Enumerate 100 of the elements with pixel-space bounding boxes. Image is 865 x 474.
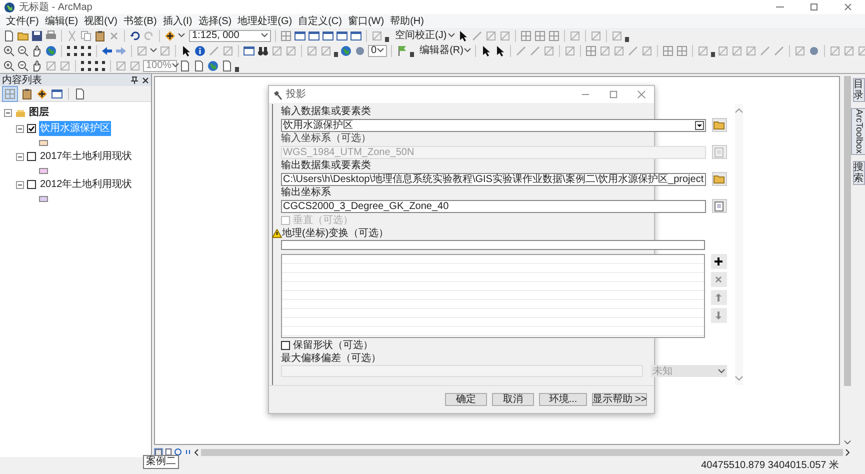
- grid-icon[interactable]: [534, 30, 546, 42]
- line-icon[interactable]: [529, 44, 542, 56]
- tool-icon[interactable]: [543, 44, 556, 56]
- tool-icon[interactable]: [731, 44, 744, 56]
- menu-item[interactable]: 书签(B): [123, 14, 157, 28]
- dialog-button[interactable]: 确定: [445, 393, 487, 406]
- close-icon[interactable]: [142, 76, 149, 84]
- tool-icon[interactable]: [794, 44, 806, 56]
- window-icon[interactable]: [336, 30, 348, 42]
- tool-icon[interactable]: [613, 44, 626, 56]
- squares-icon[interactable]: [66, 44, 78, 56]
- line-icon[interactable]: [773, 44, 786, 56]
- printer-icon[interactable]: [45, 30, 57, 42]
- browse-button[interactable]: [712, 118, 727, 132]
- page-icon[interactable]: [193, 60, 205, 72]
- menu-item[interactable]: 窗口(W): [348, 14, 384, 28]
- clipboard-icon[interactable]: [94, 30, 106, 42]
- menu-item[interactable]: 插入(I): [162, 14, 192, 28]
- hand-icon[interactable]: [31, 44, 43, 56]
- collapse-icon[interactable]: [16, 152, 24, 160]
- grid-icon[interactable]: [585, 44, 598, 56]
- window-icon[interactable]: [308, 30, 320, 42]
- plus-icon[interactable]: [36, 88, 48, 100]
- zoom-dropdown[interactable]: 100%: [143, 60, 177, 72]
- grid-icon[interactable]: [520, 30, 532, 42]
- side-tab[interactable]: 目录: [852, 78, 864, 102]
- page-icon[interactable]: [165, 448, 172, 456]
- window-icon[interactable]: [51, 88, 63, 100]
- tool-icon[interactable]: [568, 30, 581, 42]
- menu-item[interactable]: 地理处理(G): [238, 14, 292, 28]
- maximize-icon[interactable]: [609, 90, 618, 99]
- menu-item[interactable]: 文件(F): [6, 14, 39, 28]
- menu-item[interactable]: 帮助(H): [390, 14, 424, 28]
- menu-item[interactable]: 视图(V): [84, 14, 118, 28]
- chevron-down-icon[interactable]: [844, 440, 850, 445]
- pin-icon[interactable]: [131, 76, 138, 84]
- scrollbar[interactable]: [734, 104, 743, 385]
- line-icon[interactable]: [515, 44, 528, 56]
- maximize-icon[interactable]: [809, 2, 819, 12]
- tree-item[interactable]: 2012年土地利用现状: [39, 177, 134, 192]
- squares-icon[interactable]: [80, 44, 92, 56]
- grid-icon[interactable]: [548, 30, 560, 42]
- globe-icon[interactable]: [207, 60, 219, 72]
- squares-icon[interactable]: [94, 60, 106, 72]
- binoculars-icon[interactable]: [257, 44, 269, 56]
- grid-icon[interactable]: [662, 44, 674, 56]
- checkbox[interactable]: [27, 180, 36, 189]
- page-icon[interactable]: [221, 60, 233, 72]
- tool-icon[interactable]: [717, 44, 730, 56]
- side-tab[interactable]: 搜索: [852, 160, 864, 185]
- tool-icon[interactable]: [641, 44, 654, 56]
- pause-icon[interactable]: [184, 448, 192, 456]
- chevron-down-icon[interactable]: [734, 376, 743, 381]
- undo-icon[interactable]: [129, 30, 141, 42]
- scale-dropdown[interactable]: 1:125, 000: [189, 30, 271, 42]
- spatial-adjustment-menu[interactable]: 空间校正(J): [395, 28, 455, 43]
- move-down-button[interactable]: [710, 308, 727, 323]
- squares-icon[interactable]: [80, 60, 92, 72]
- checkbox[interactable]: [281, 341, 290, 350]
- side-tab[interactable]: ArcToolbox: [850, 108, 865, 155]
- checkbox[interactable]: [27, 124, 36, 133]
- grid-icon[interactable]: [676, 44, 688, 56]
- tool-icon[interactable]: [745, 44, 758, 56]
- zoom-out-icon[interactable]: [17, 60, 29, 72]
- circle-icon[interactable]: [808, 44, 820, 56]
- refresh-icon[interactable]: [174, 448, 182, 456]
- tool-icon[interactable]: [129, 60, 141, 72]
- dialog-button[interactable]: 环境...: [539, 393, 587, 406]
- tool-icon[interactable]: [697, 44, 710, 56]
- tool-icon[interactable]: [564, 44, 576, 56]
- add-button[interactable]: [710, 254, 727, 269]
- chevron-up-icon[interactable]: [734, 108, 743, 113]
- horizontal-scrollbar[interactable]: [201, 448, 843, 456]
- tree-item[interactable]: 2017年土地利用现状: [39, 149, 134, 164]
- tool-icon[interactable]: [829, 44, 842, 56]
- line-icon[interactable]: [627, 44, 640, 56]
- tool-icon[interactable]: [371, 30, 383, 42]
- line-icon[interactable]: [759, 44, 772, 56]
- save-icon[interactable]: [31, 30, 43, 42]
- globe-icon[interactable]: [45, 44, 57, 56]
- zoom-in-icon[interactable]: [3, 60, 15, 72]
- grid-icon[interactable]: [280, 30, 292, 42]
- browse-button[interactable]: [712, 199, 727, 213]
- globe-icon[interactable]: [340, 44, 352, 56]
- collapse-icon[interactable]: [16, 180, 24, 188]
- tool-icon[interactable]: [599, 44, 612, 56]
- checkbox[interactable]: [27, 152, 36, 161]
- dialog-button[interactable]: 显示帮助 >>: [592, 393, 647, 406]
- window-icon[interactable]: [322, 30, 334, 42]
- input-field[interactable]: C:\Users\h\Desktop\地理信息系统实验教程\GIS实验课作业数据\案例二\饮用水源保护区_project: [281, 172, 706, 186]
- zoom-in-icon[interactable]: [3, 44, 15, 56]
- plus-icon[interactable]: [164, 30, 176, 42]
- flag-icon[interactable]: [396, 44, 408, 56]
- window-icon[interactable]: [243, 44, 255, 56]
- hand-icon[interactable]: [31, 60, 43, 72]
- menu-item[interactable]: 自定义(C): [298, 14, 342, 28]
- dialog-button[interactable]: 取消: [492, 393, 534, 406]
- window-icon[interactable]: [294, 30, 306, 42]
- window-icon[interactable]: [350, 30, 362, 42]
- pointer-icon[interactable]: [180, 44, 192, 56]
